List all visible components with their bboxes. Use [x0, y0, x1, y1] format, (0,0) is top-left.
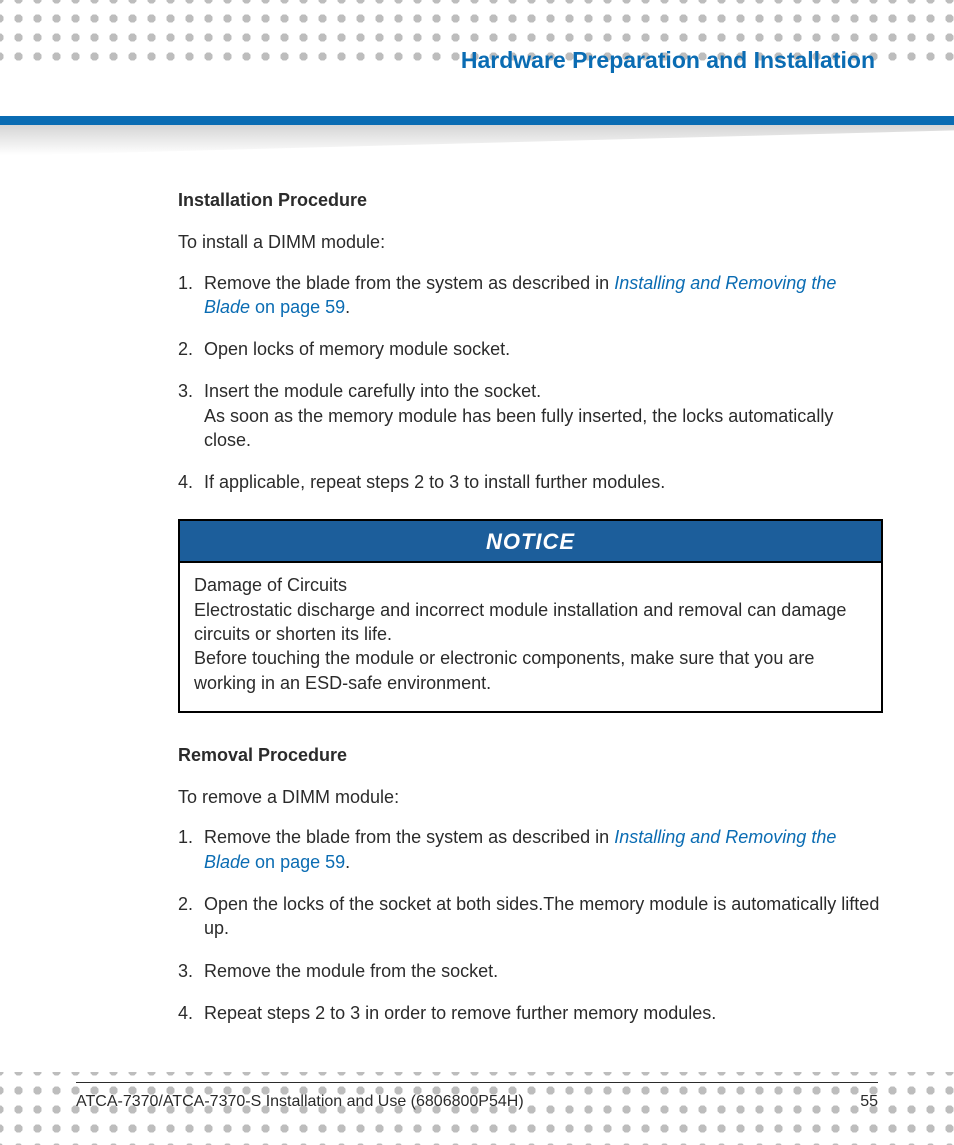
notice-body: Damage of Circuits Electrostatic dischar…: [180, 563, 881, 710]
text: Open the locks of the socket at both sid…: [204, 894, 879, 938]
notice-box: NOTICE Damage of Circuits Electrostatic …: [178, 519, 883, 713]
install-steps: Remove the blade from the system as desc…: [178, 271, 883, 495]
notice-line: Electrostatic discharge and incorrect mo…: [194, 598, 867, 647]
install-step-3: Insert the module carefully into the soc…: [178, 379, 883, 452]
chapter-title: Hardware Preparation and Installation: [175, 47, 875, 74]
install-step-2: Open locks of memory module socket.: [178, 337, 883, 361]
removal-step-1: Remove the blade from the system as desc…: [178, 825, 883, 874]
footer-page-number: 55: [860, 1093, 878, 1111]
notice-label: NOTICE: [180, 521, 881, 564]
removal-step-3: Remove the module from the socket.: [178, 959, 883, 983]
text: Remove the blade from the system as desc…: [204, 827, 614, 847]
removal-steps: Remove the blade from the system as desc…: [178, 825, 883, 1025]
text: Remove the blade from the system as desc…: [204, 273, 614, 293]
page-content: Installation Procedure To install a DIMM…: [178, 188, 883, 1049]
removal-step-4: Repeat steps 2 to 3 in order to remove f…: [178, 1001, 883, 1025]
removal-heading: Removal Procedure: [178, 743, 883, 767]
removal-step-2: Open the locks of the socket at both sid…: [178, 892, 883, 941]
xref-page[interactable]: on page 59: [250, 852, 345, 872]
install-heading: Installation Procedure: [178, 188, 883, 212]
text: Remove the module from the socket.: [204, 961, 498, 981]
header-rule-shadow: [0, 125, 954, 155]
text: Insert the module carefully into the soc…: [204, 381, 541, 401]
text: Open locks of memory module socket.: [204, 339, 510, 359]
text: As soon as the memory module has been fu…: [204, 404, 883, 453]
page-footer: ATCA-7370/ATCA-7370-S Installation and U…: [76, 1093, 878, 1111]
footer-rule: [76, 1082, 878, 1083]
header-rule-blue: [0, 116, 954, 125]
text: .: [345, 297, 350, 317]
notice-line: Damage of Circuits: [194, 573, 867, 597]
install-step-4: If applicable, repeat steps 2 to 3 to in…: [178, 470, 883, 494]
text: If applicable, repeat steps 2 to 3 to in…: [204, 472, 665, 492]
xref-page[interactable]: on page 59: [250, 297, 345, 317]
removal-intro: To remove a DIMM module:: [178, 785, 883, 809]
notice-line: Before touching the module or electronic…: [194, 646, 867, 695]
text: .: [345, 852, 350, 872]
footer-doc-id: ATCA-7370/ATCA-7370-S Installation and U…: [76, 1093, 524, 1111]
text: Repeat steps 2 to 3 in order to remove f…: [204, 1003, 716, 1023]
install-step-1: Remove the blade from the system as desc…: [178, 271, 883, 320]
install-intro: To install a DIMM module:: [178, 230, 883, 254]
